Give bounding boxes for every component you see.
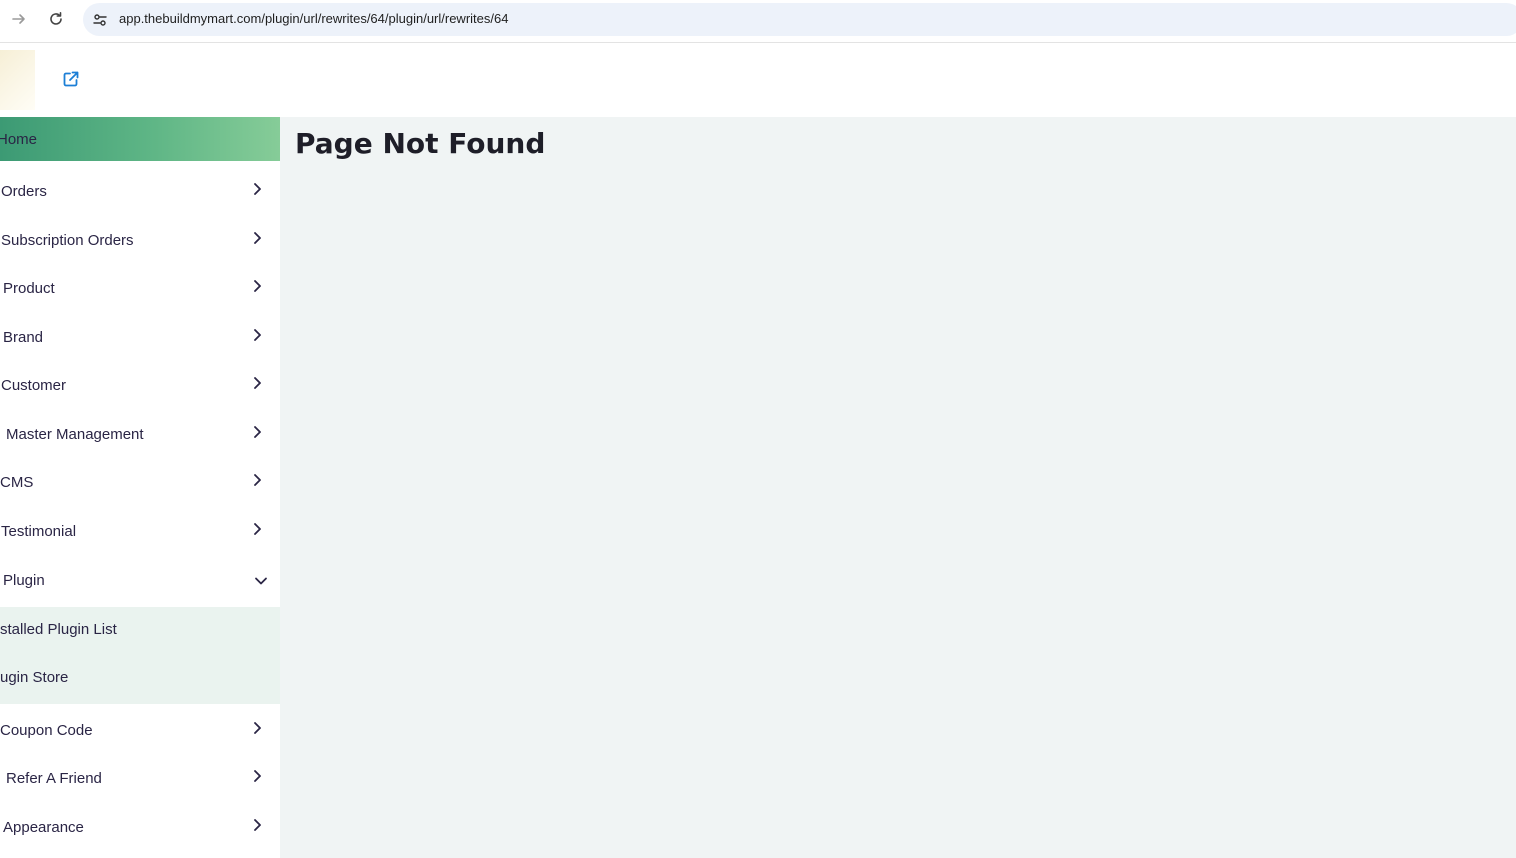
chevron-right-icon	[254, 426, 261, 438]
chevron-right-icon	[254, 722, 261, 734]
page-title: Page Not Found	[295, 127, 546, 160]
sidebar-item-subscription-orders[interactable]: Subscription Orders	[0, 218, 280, 262]
sidebar-item-brand[interactable]: Brand	[0, 315, 280, 359]
sidebar-item-label: Customer	[1, 376, 67, 394]
submenu-item-installed-plugin-list[interactable]: stalled Plugin List	[0, 609, 280, 649]
sidebar-item-label: Plugin	[3, 571, 45, 589]
site-info-button[interactable]	[87, 7, 112, 32]
chevron-right-icon	[254, 183, 261, 195]
sidebar-item-refer-a-friend[interactable]: Refer A Friend	[0, 756, 280, 800]
sidebar-item-master-management[interactable]: Master Management	[0, 412, 280, 456]
browser-toolbar: app.thebuildmymart.com/plugin/url/rewrit…	[0, 0, 1516, 43]
forward-button[interactable]	[8, 8, 30, 30]
plugin-submenu: stalled Plugin List ugin Store	[0, 607, 280, 704]
sidebar-item-label: Appearance	[3, 818, 84, 836]
chevron-right-icon	[254, 232, 261, 244]
tune-icon	[92, 13, 107, 26]
sidebar-item-orders[interactable]: Orders	[0, 169, 280, 213]
sidebar-item-label: Orders	[1, 182, 47, 200]
sidebar: Home Orders Subscription Orders Product …	[0, 117, 280, 858]
chevron-down-icon	[255, 577, 267, 585]
chevron-right-icon	[254, 474, 261, 486]
sidebar-item-label: Brand	[3, 328, 44, 346]
sidebar-item-customer[interactable]: Customer	[0, 363, 280, 407]
sidebar-item-label: Subscription Orders	[1, 231, 134, 249]
external-link-icon	[63, 71, 79, 87]
arrow-right-icon	[12, 14, 25, 24]
url-text[interactable]: app.thebuildmymart.com/plugin/url/rewrit…	[119, 11, 508, 26]
sidebar-item-cms[interactable]: CMS	[0, 460, 280, 504]
chevron-right-icon	[254, 819, 261, 831]
external-link-button[interactable]	[62, 70, 80, 88]
sidebar-item-product[interactable]: Product	[0, 266, 280, 310]
submenu-item-label: ugin Store	[0, 668, 69, 686]
app-header	[0, 43, 1516, 117]
submenu-item-label: stalled Plugin List	[0, 620, 117, 638]
submenu-item-plugin-store[interactable]: ugin Store	[0, 657, 280, 697]
brand-logo[interactable]	[0, 50, 35, 110]
reload-icon	[50, 12, 62, 25]
sidebar-item-plugin[interactable]: Plugin	[0, 558, 280, 602]
chevron-right-icon	[254, 377, 261, 389]
chevron-right-icon	[254, 280, 261, 292]
main-content: Page Not Found	[280, 117, 1516, 858]
sidebar-item-home[interactable]: Home	[0, 117, 280, 161]
reload-button[interactable]	[45, 8, 67, 30]
chevron-right-icon	[254, 523, 261, 535]
sidebar-item-testimonial[interactable]: Testimonial	[0, 509, 280, 553]
chevron-right-icon	[254, 770, 261, 782]
sidebar-item-label: Master Management	[6, 425, 144, 443]
chevron-right-icon	[254, 329, 261, 341]
sidebar-item-label: Coupon Code	[0, 721, 93, 739]
sidebar-item-label: Product	[3, 279, 55, 297]
sidebar-item-label: CMS	[0, 473, 34, 491]
sidebar-item-label: Testimonial	[1, 522, 77, 540]
address-bar[interactable]: app.thebuildmymart.com/plugin/url/rewrit…	[83, 3, 1516, 36]
sidebar-item-coupon-code[interactable]: Coupon Code	[0, 708, 280, 752]
sidebar-item-label: Home	[0, 130, 38, 148]
sidebar-item-label: Refer A Friend	[6, 769, 102, 787]
sidebar-item-appearance[interactable]: Appearance	[0, 805, 280, 849]
